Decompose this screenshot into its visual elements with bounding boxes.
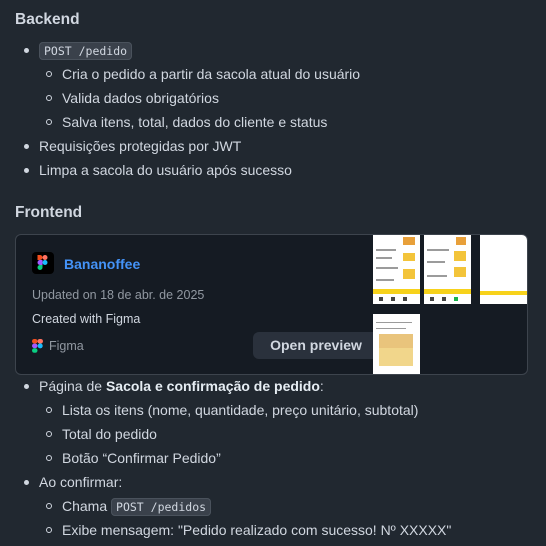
embed-created-with: Created with Figma — [32, 312, 141, 326]
page-sublist: Lista os itens (nome, quantidade, preço … — [22, 398, 536, 470]
list-item: Cria o pedido a partir da sacola atual d… — [22, 62, 536, 86]
embed-source: Figma — [32, 339, 84, 353]
preview-thumbnail — [480, 235, 527, 304]
figma-logo-icon — [32, 252, 54, 274]
embed-updated-date: Updated on 18 de abr. de 2025 — [32, 288, 205, 302]
confirm-sublist: Chama POST /pedidos Exibe mensagem: "Ped… — [22, 494, 536, 542]
backend-heading: Backend — [15, 11, 80, 28]
list-item: Lista os itens (nome, quantidade, preço … — [22, 398, 536, 422]
list-item: Requisições protegidas por JWT — [22, 134, 536, 158]
open-preview-button[interactable]: Open preview — [253, 332, 379, 359]
preview-thumbnail — [373, 314, 420, 374]
endpoint-sublist: Cria o pedido a partir da sacola atual d… — [22, 62, 536, 134]
list-item: Total do pedido — [22, 422, 536, 446]
list-item: Chama POST /pedidos — [22, 494, 536, 518]
list-item: Limpa a sacola do usuário após sucesso — [22, 158, 536, 182]
endpoint-code: POST /pedido — [39, 42, 133, 60]
figma-small-icon — [32, 339, 43, 353]
confirm-endpoint-code: POST /pedidos — [111, 498, 212, 516]
embed-title-link[interactable]: Bananoffee — [64, 256, 140, 272]
figma-embed-card[interactable]: Bananoffee Updated on 18 de abr. de 2025… — [15, 234, 528, 375]
list-item: Salva itens, total, dados do cliente e s… — [22, 110, 536, 134]
page-prefix: Página de — [39, 378, 106, 394]
page-name: Sacola e confirmação de pedido — [105, 378, 320, 394]
list-item: Exibe mensagem: "Pedido realizado com su… — [22, 518, 536, 542]
page-suffix: : — [319, 378, 324, 394]
preview-thumbnail — [373, 235, 420, 304]
preview-thumbnail — [424, 235, 471, 304]
embed-source-label: Figma — [49, 339, 84, 353]
list-item: Botão “Confirmar Pedido” — [22, 446, 536, 470]
list-item: POST /pedido — [22, 38, 536, 62]
list-item: Página de Sacola e confirmação de pedido… — [22, 374, 536, 398]
backend-list: POST /pedido Cria o pedido a partir da s… — [22, 38, 536, 182]
frontend-list: Página de Sacola e confirmação de pedido… — [22, 374, 536, 542]
frontend-heading: Frontend — [15, 204, 83, 221]
confirm-call-prefix: Chama — [62, 498, 112, 514]
list-item: Valida dados obrigatórios — [22, 86, 536, 110]
list-item: Ao confirmar: — [22, 470, 536, 494]
